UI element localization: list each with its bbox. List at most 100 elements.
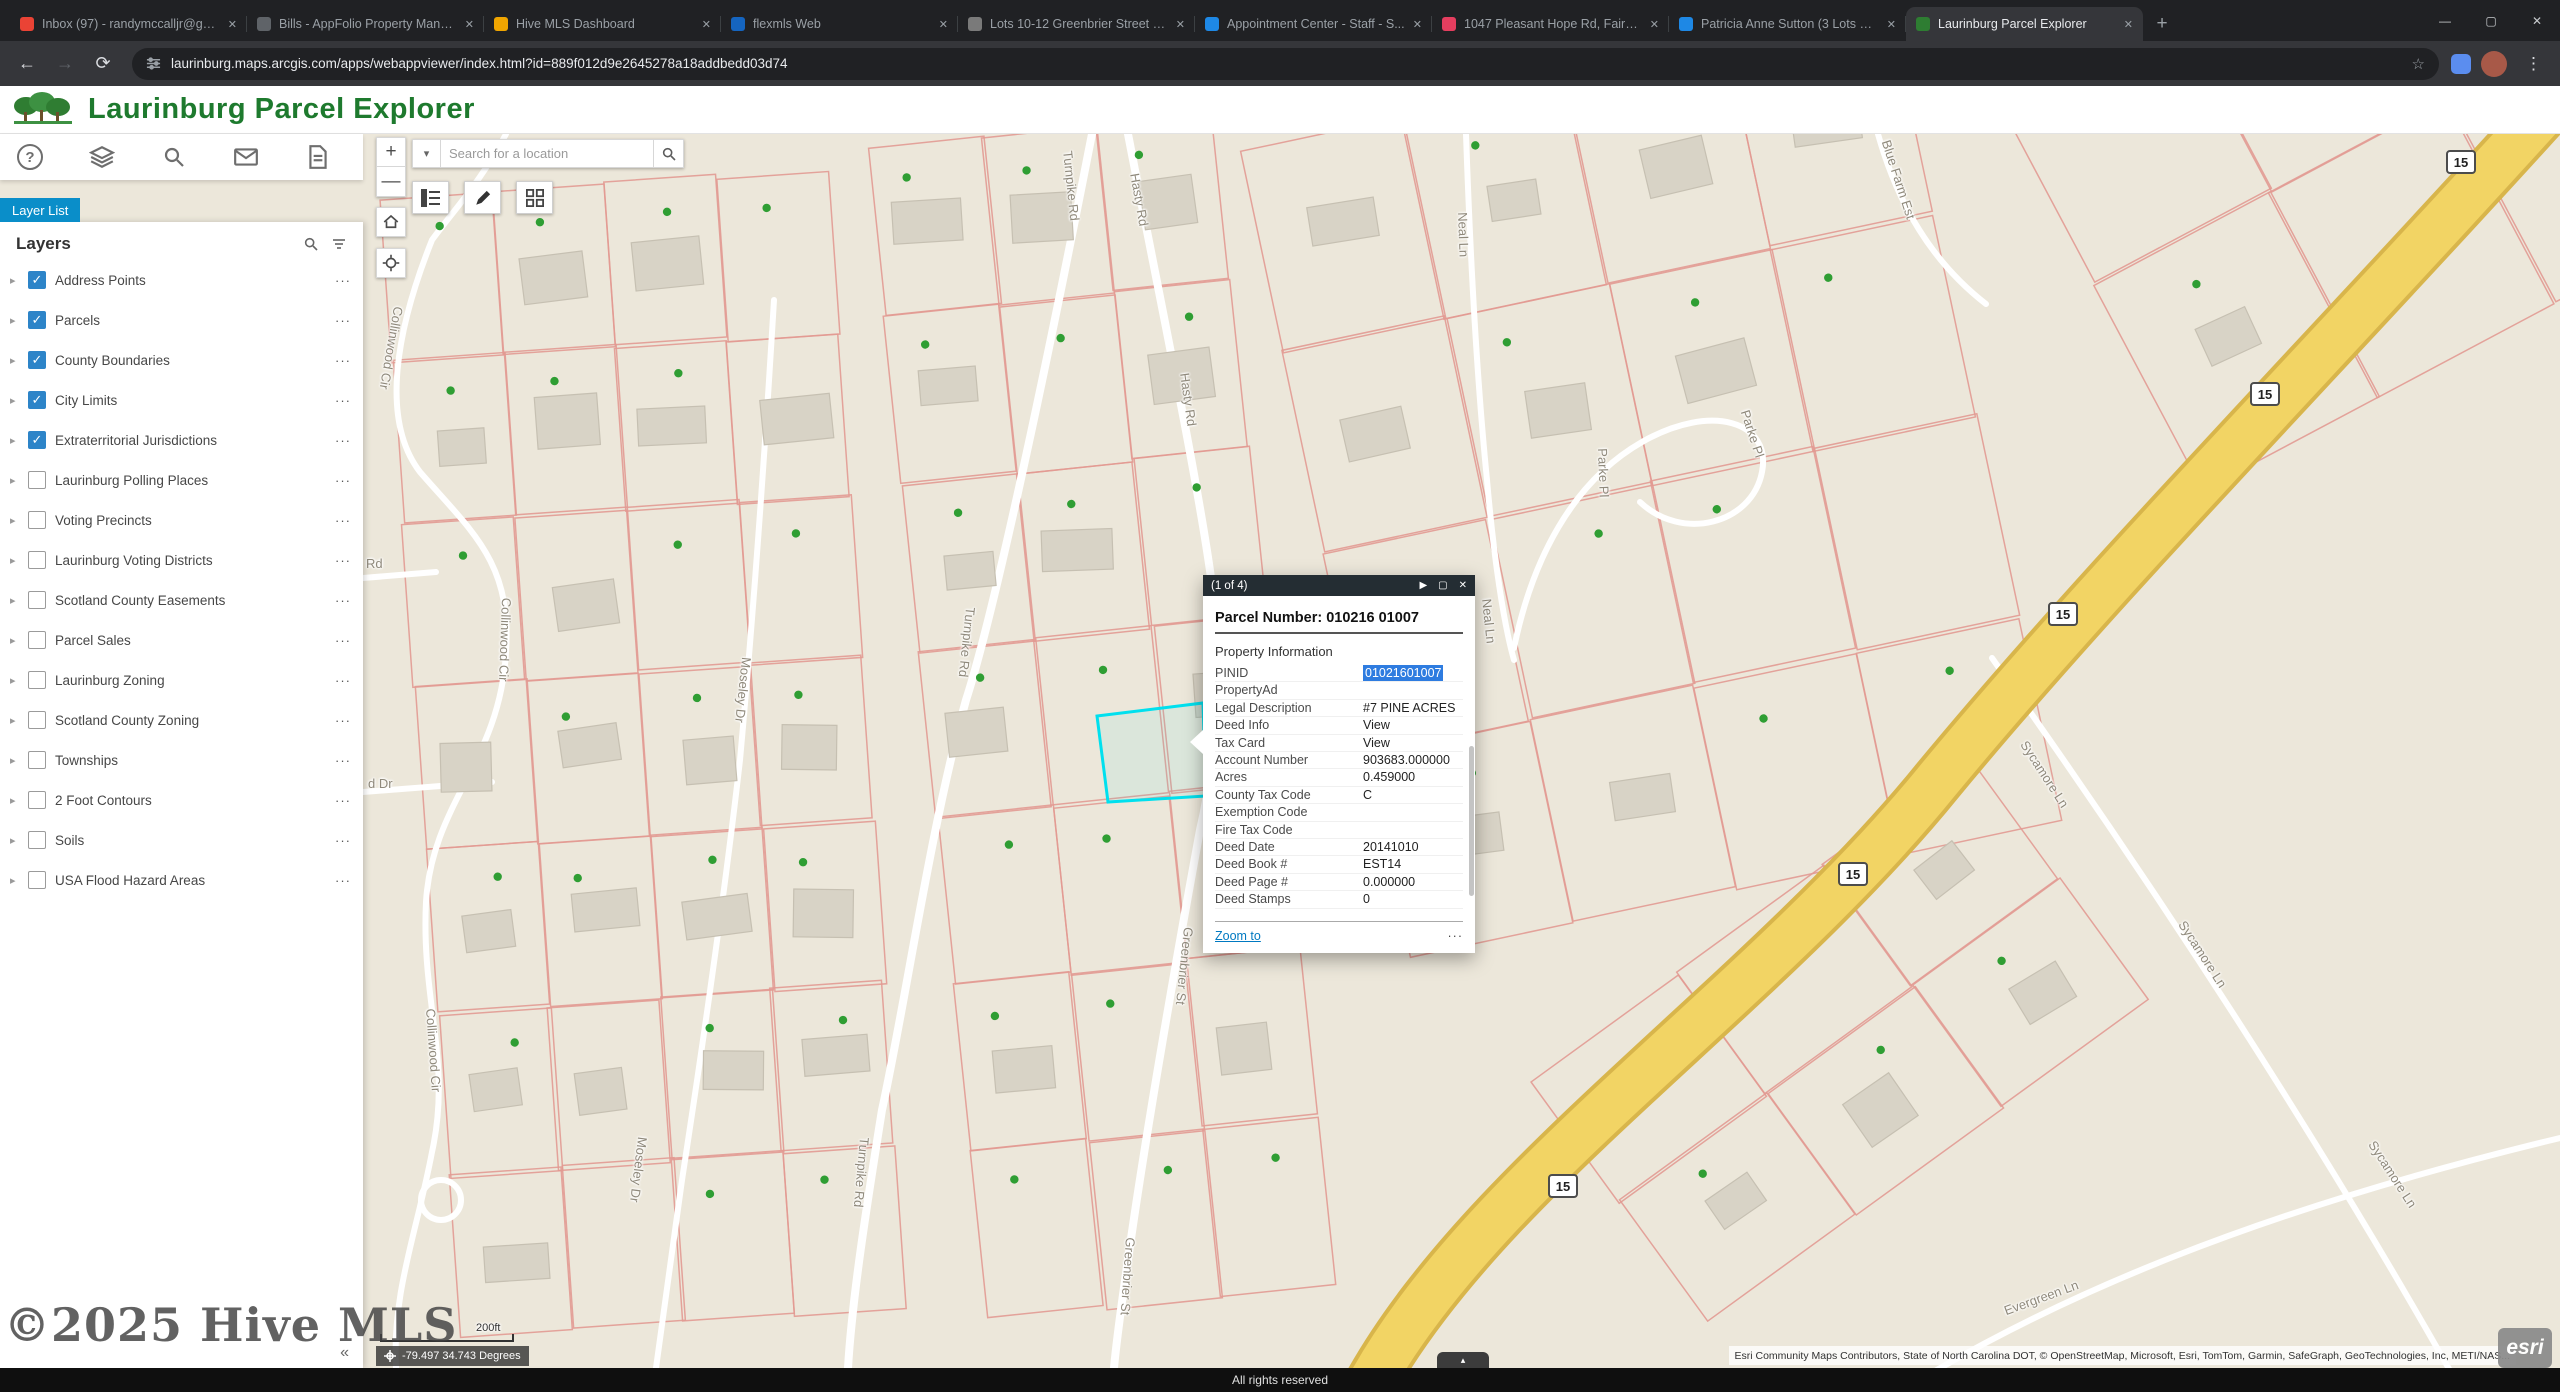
expand-caret-icon[interactable]: ▸ — [10, 634, 26, 647]
new-tab-button[interactable]: + — [2147, 9, 2177, 39]
url-text[interactable]: laurinburg.maps.arcgis.com/apps/webappvi… — [171, 56, 788, 71]
profile-avatar[interactable] — [2481, 51, 2507, 77]
coordinate-widget[interactable]: -79.497 34.743 Degrees — [376, 1346, 529, 1366]
expand-caret-icon[interactable]: ▸ — [10, 674, 26, 687]
layer-row[interactable]: ▸ USA Flood Hazard Areas ··· — [0, 860, 363, 900]
property-value[interactable]: View — [1363, 735, 1390, 751]
layer-row[interactable]: ▸ Extraterritorial Jurisdictions ··· — [0, 420, 363, 460]
layer-row[interactable]: ▸ Address Points ··· — [0, 260, 363, 300]
property-value[interactable]: 903683.000000 — [1363, 752, 1450, 768]
popup-close-icon[interactable]: ✕ — [1459, 580, 1467, 591]
property-value[interactable]: 0.459000 — [1363, 769, 1415, 785]
browser-tab[interactable]: Bills - AppFolio Property Manag... ✕ — [247, 7, 484, 41]
layer-menu-icon[interactable]: ··· — [335, 633, 351, 648]
search-input[interactable] — [441, 139, 654, 168]
popup-maximize-icon[interactable]: ▢ — [1438, 580, 1447, 591]
layer-menu-icon[interactable]: ··· — [335, 793, 351, 808]
tab-close-icon[interactable]: ✕ — [702, 18, 711, 31]
layer-row[interactable]: ▸ Voting Precincts ··· — [0, 500, 363, 540]
window-maximize-button[interactable]: ▢ — [2468, 0, 2514, 41]
layer-checkbox[interactable] — [28, 311, 46, 329]
back-button[interactable]: ← — [10, 47, 44, 81]
basemap-button[interactable] — [516, 181, 553, 214]
layer-row[interactable]: ▸ Laurinburg Polling Places ··· — [0, 460, 363, 500]
layer-row[interactable]: ▸ Townships ··· — [0, 740, 363, 780]
tab-close-icon[interactable]: ✕ — [1650, 18, 1659, 31]
layer-menu-icon[interactable]: ··· — [335, 553, 351, 568]
layer-checkbox[interactable] — [28, 431, 46, 449]
legend-button[interactable] — [412, 181, 449, 214]
locate-button[interactable] — [376, 248, 406, 278]
layer-row[interactable]: ▸ Soils ··· — [0, 820, 363, 860]
refresh-button[interactable]: ⟳ — [86, 47, 120, 81]
layers-button[interactable] — [88, 143, 116, 171]
tab-close-icon[interactable]: ✕ — [465, 18, 474, 31]
extension-icon[interactable] — [2451, 54, 2471, 74]
expand-caret-icon[interactable]: ▸ — [10, 714, 26, 727]
layer-row[interactable]: ▸ County Boundaries ··· — [0, 340, 363, 380]
zoom-in-button[interactable]: + — [376, 137, 406, 167]
window-close-button[interactable]: ✕ — [2514, 0, 2560, 41]
layer-menu-icon[interactable]: ··· — [335, 513, 351, 528]
property-value[interactable]: C — [1363, 787, 1372, 803]
tab-close-icon[interactable]: ✕ — [1413, 18, 1422, 31]
layer-menu-icon[interactable]: ··· — [335, 313, 351, 328]
browser-tab[interactable]: Laurinburg Parcel Explorer ✕ — [1906, 7, 2143, 41]
browser-tab[interactable]: Lots 10-12 Greenbrier Street 10... ✕ — [958, 7, 1195, 41]
layer-menu-icon[interactable]: ··· — [335, 433, 351, 448]
forward-button[interactable]: → — [48, 47, 82, 81]
tab-close-icon[interactable]: ✕ — [1176, 18, 1185, 31]
layer-menu-icon[interactable]: ··· — [335, 713, 351, 728]
layer-search-icon[interactable] — [303, 236, 319, 252]
expand-caret-icon[interactable]: ▸ — [10, 314, 26, 327]
search-go-button[interactable] — [654, 139, 684, 168]
popup-scrollbar[interactable] — [1469, 746, 1474, 896]
expand-caret-icon[interactable]: ▸ — [10, 354, 26, 367]
layer-checkbox[interactable] — [28, 391, 46, 409]
expand-caret-icon[interactable]: ▸ — [10, 834, 26, 847]
layer-checkbox[interactable] — [28, 831, 46, 849]
layer-checkbox[interactable] — [28, 471, 46, 489]
zoom-out-button[interactable]: — — [376, 167, 406, 197]
browser-tab[interactable]: Hive MLS Dashboard ✕ — [484, 7, 721, 41]
layer-row[interactable]: ▸ Parcel Sales ··· — [0, 620, 363, 660]
tab-close-icon[interactable]: ✕ — [1887, 18, 1896, 31]
browser-tab[interactable]: Appointment Center - Staff - S... ✕ — [1195, 7, 1432, 41]
layer-row[interactable]: ▸ Laurinburg Voting Districts ··· — [0, 540, 363, 580]
home-button[interactable] — [376, 207, 406, 237]
layer-menu-icon[interactable]: ··· — [335, 593, 351, 608]
layer-menu-icon[interactable]: ··· — [335, 273, 351, 288]
layer-checkbox[interactable] — [28, 551, 46, 569]
panel-collapse-icon[interactable]: « — [340, 1344, 349, 1362]
property-value[interactable]: 20141010 — [1363, 839, 1419, 855]
property-value[interactable]: #7 PINE ACRES — [1363, 700, 1455, 716]
layer-checkbox[interactable] — [28, 511, 46, 529]
property-value[interactable]: View — [1363, 717, 1390, 733]
expand-caret-icon[interactable]: ▸ — [10, 514, 26, 527]
layer-menu-icon[interactable]: ··· — [335, 393, 351, 408]
layer-menu-icon[interactable]: ··· — [335, 353, 351, 368]
expand-caret-icon[interactable]: ▸ — [10, 394, 26, 407]
zoom-to-link[interactable]: Zoom to — [1215, 929, 1261, 943]
popup-menu-icon[interactable]: ··· — [1448, 929, 1464, 943]
expand-caret-icon[interactable]: ▸ — [10, 594, 26, 607]
site-info-icon[interactable] — [146, 56, 161, 71]
tab-close-icon[interactable]: ✕ — [228, 18, 237, 31]
browser-menu-icon[interactable]: ⋮ — [2517, 54, 2550, 74]
address-bar[interactable]: laurinburg.maps.arcgis.com/apps/webappvi… — [132, 48, 2439, 80]
layer-menu-icon[interactable]: ··· — [335, 873, 351, 888]
browser-tab[interactable]: Inbox (97) - randymccalljr@gm... ✕ — [10, 7, 247, 41]
layer-checkbox[interactable] — [28, 751, 46, 769]
window-minimize-button[interactable]: — — [2422, 0, 2468, 41]
draw-button[interactable] — [464, 181, 501, 214]
layer-checkbox[interactable] — [28, 711, 46, 729]
browser-tab[interactable]: flexmls Web ✕ — [721, 7, 958, 41]
expand-caret-icon[interactable]: ▸ — [10, 754, 26, 767]
browser-tab[interactable]: 1047 Pleasant Hope Rd, Fairmo... ✕ — [1432, 7, 1669, 41]
property-value[interactable]: 0 — [1363, 891, 1370, 907]
layer-checkbox[interactable] — [28, 671, 46, 689]
layer-row[interactable]: ▸ Scotland County Zoning ··· — [0, 700, 363, 740]
document-button[interactable] — [304, 143, 332, 171]
layer-checkbox[interactable] — [28, 791, 46, 809]
layer-list-tab[interactable]: Layer List — [0, 198, 80, 222]
